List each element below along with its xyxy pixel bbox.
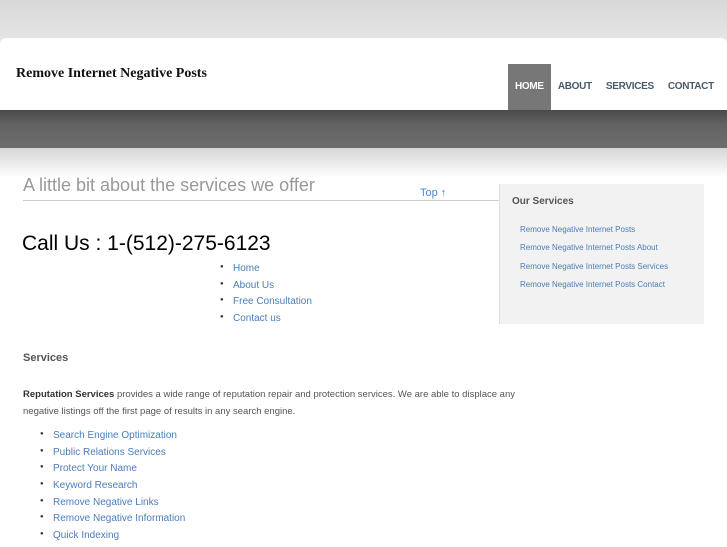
quick-link-contact[interactable]: Contact us (220, 313, 312, 330)
nav-home[interactable]: HOME (508, 64, 551, 110)
tagline-divider (23, 200, 499, 201)
services-heading: Services (23, 352, 69, 364)
service-link-remove-info[interactable]: Remove Negative Information (40, 513, 185, 530)
service-links-list: Search Engine Optimization Public Relati… (40, 430, 185, 547)
quick-link-about[interactable]: About Us (220, 280, 312, 297)
call-us-phone: Call Us : 1-(512)-275-6123 (22, 232, 271, 255)
header-band (0, 110, 727, 148)
service-link-seo[interactable]: Search Engine Optimization (40, 430, 185, 447)
sidebar-heading: Our Services (512, 196, 574, 207)
back-to-top-link[interactable]: Top ↑ (420, 187, 446, 199)
nav-services[interactable]: SERVICES (599, 64, 661, 110)
sidebar-link-services[interactable]: Remove Negative Internet Posts Services (520, 262, 668, 280)
band-shadow (0, 148, 727, 178)
section-tagline: A little bit about the services we offer (23, 175, 315, 195)
nav-about[interactable]: ABOUT (551, 64, 599, 110)
quick-link-consultation[interactable]: Free Consultation (220, 296, 312, 313)
description-brand: Reputation Services (23, 389, 115, 400)
sidebar-links: Remove Negative Internet Posts Remove Ne… (520, 225, 668, 298)
service-link-keyword-research[interactable]: Keyword Research (40, 480, 185, 497)
sidebar-our-services: Our Services Remove Negative Internet Po… (499, 184, 704, 324)
sidebar-link-contact[interactable]: Remove Negative Internet Posts Contact (520, 280, 668, 298)
sidebar-link-about[interactable]: Remove Negative Internet Posts About (520, 243, 668, 261)
service-link-remove-links[interactable]: Remove Negative Links (40, 497, 185, 514)
quick-link-home[interactable]: Home (220, 263, 312, 280)
quick-links-list: Home About Us Free Consultation Contact … (220, 263, 312, 330)
site-title[interactable]: Remove Internet Negative Posts (16, 66, 207, 82)
sidebar-link-posts[interactable]: Remove Negative Internet Posts (520, 225, 668, 243)
services-description: Reputation Services provides a wide rang… (23, 386, 553, 420)
nav-contact[interactable]: CONTACT (661, 64, 721, 110)
service-link-pr[interactable]: Public Relations Services (40, 447, 185, 464)
main-nav: HOME ABOUT SERVICES CONTACT (508, 64, 721, 110)
site-header: Remove Internet Negative Posts HOME ABOU… (0, 38, 727, 110)
service-link-quick-indexing[interactable]: Quick Indexing (40, 530, 185, 547)
service-link-protect-name[interactable]: Protect Your Name (40, 463, 185, 480)
